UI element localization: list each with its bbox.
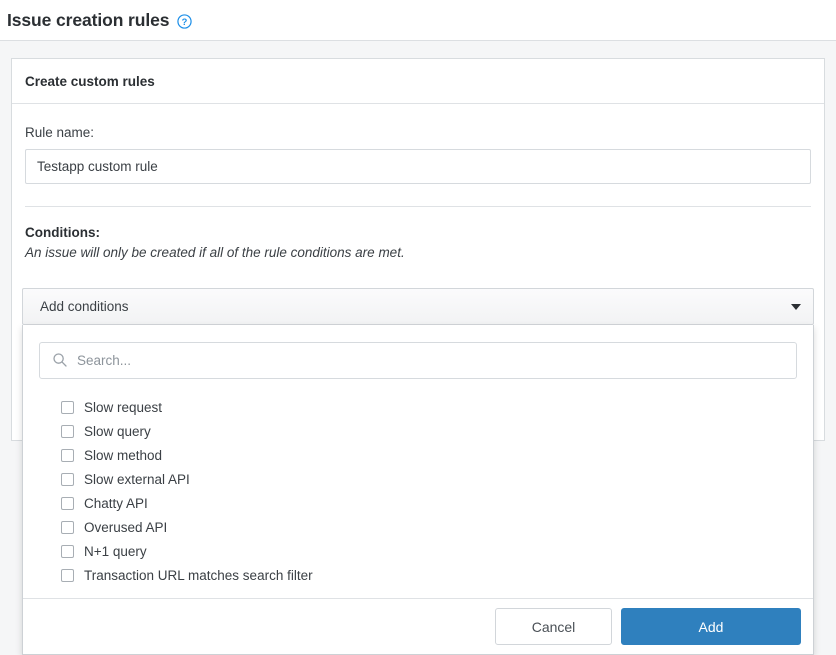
list-item-label: Slow request: [84, 399, 163, 415]
list-item-label: Chatty API: [84, 495, 148, 511]
checkbox-icon[interactable]: [61, 496, 74, 510]
list-item-label: Slow query: [84, 423, 151, 439]
list-item[interactable]: Slow method: [23, 443, 813, 467]
list-item[interactable]: Slow query: [23, 419, 813, 443]
checkbox-icon[interactable]: [61, 424, 74, 438]
conditions-description: An issue will only be created if all of …: [25, 245, 405, 260]
list-item-label: Transaction URL matches search filter: [84, 567, 313, 583]
checkbox-icon[interactable]: [61, 544, 74, 558]
cancel-button[interactable]: Cancel: [495, 608, 612, 645]
list-item[interactable]: Slow external API: [23, 467, 813, 491]
page-title: Issue creation rules: [7, 9, 170, 30]
checkbox-icon[interactable]: [61, 472, 74, 486]
card-header: Create custom rules: [12, 59, 824, 104]
page-header: Issue creation rules ?: [0, 0, 836, 41]
checkbox-icon[interactable]: [61, 520, 74, 534]
search-row: [23, 342, 813, 379]
panel-footer: Cancel Add: [23, 598, 813, 654]
svg-text:?: ?: [182, 16, 188, 26]
help-circle-icon[interactable]: ?: [177, 13, 193, 29]
list-item[interactable]: N+1 query: [23, 539, 813, 563]
add-conditions-toggle[interactable]: Add conditions: [22, 288, 814, 325]
checkbox-icon[interactable]: [61, 568, 74, 582]
list-item[interactable]: Slow request: [23, 395, 813, 419]
list-item-label: N+1 query: [84, 543, 147, 559]
card-header-title: Create custom rules: [25, 73, 155, 89]
list-item[interactable]: Chatty API: [23, 491, 813, 515]
add-button[interactable]: Add: [621, 608, 801, 645]
add-conditions-panel: Slow request Slow query Slow method Slow…: [22, 325, 814, 655]
checkbox-icon[interactable]: [61, 400, 74, 414]
chevron-down-icon: [791, 303, 801, 310]
section-divider: [25, 206, 811, 207]
list-item-label: Slow method: [84, 447, 163, 463]
card-body: Rule name: Conditions: An issue will onl…: [12, 104, 824, 260]
add-conditions-dropdown: Add conditions Slow request: [22, 288, 814, 655]
list-item-label: Slow external API: [84, 471, 190, 487]
checkbox-icon[interactable]: [61, 448, 74, 462]
list-item[interactable]: Overused API: [23, 515, 813, 539]
list-item[interactable]: Transaction URL matches search filter: [23, 563, 813, 587]
conditions-option-list: Slow request Slow query Slow method Slow…: [23, 379, 813, 598]
conditions-label: Conditions:: [25, 225, 100, 240]
rule-name-input[interactable]: [25, 149, 811, 184]
search-box: [39, 342, 797, 379]
search-input[interactable]: [39, 342, 797, 379]
rule-name-label: Rule name:: [25, 125, 95, 140]
add-conditions-toggle-label: Add conditions: [40, 299, 129, 314]
list-item-label: Overused API: [84, 519, 168, 535]
